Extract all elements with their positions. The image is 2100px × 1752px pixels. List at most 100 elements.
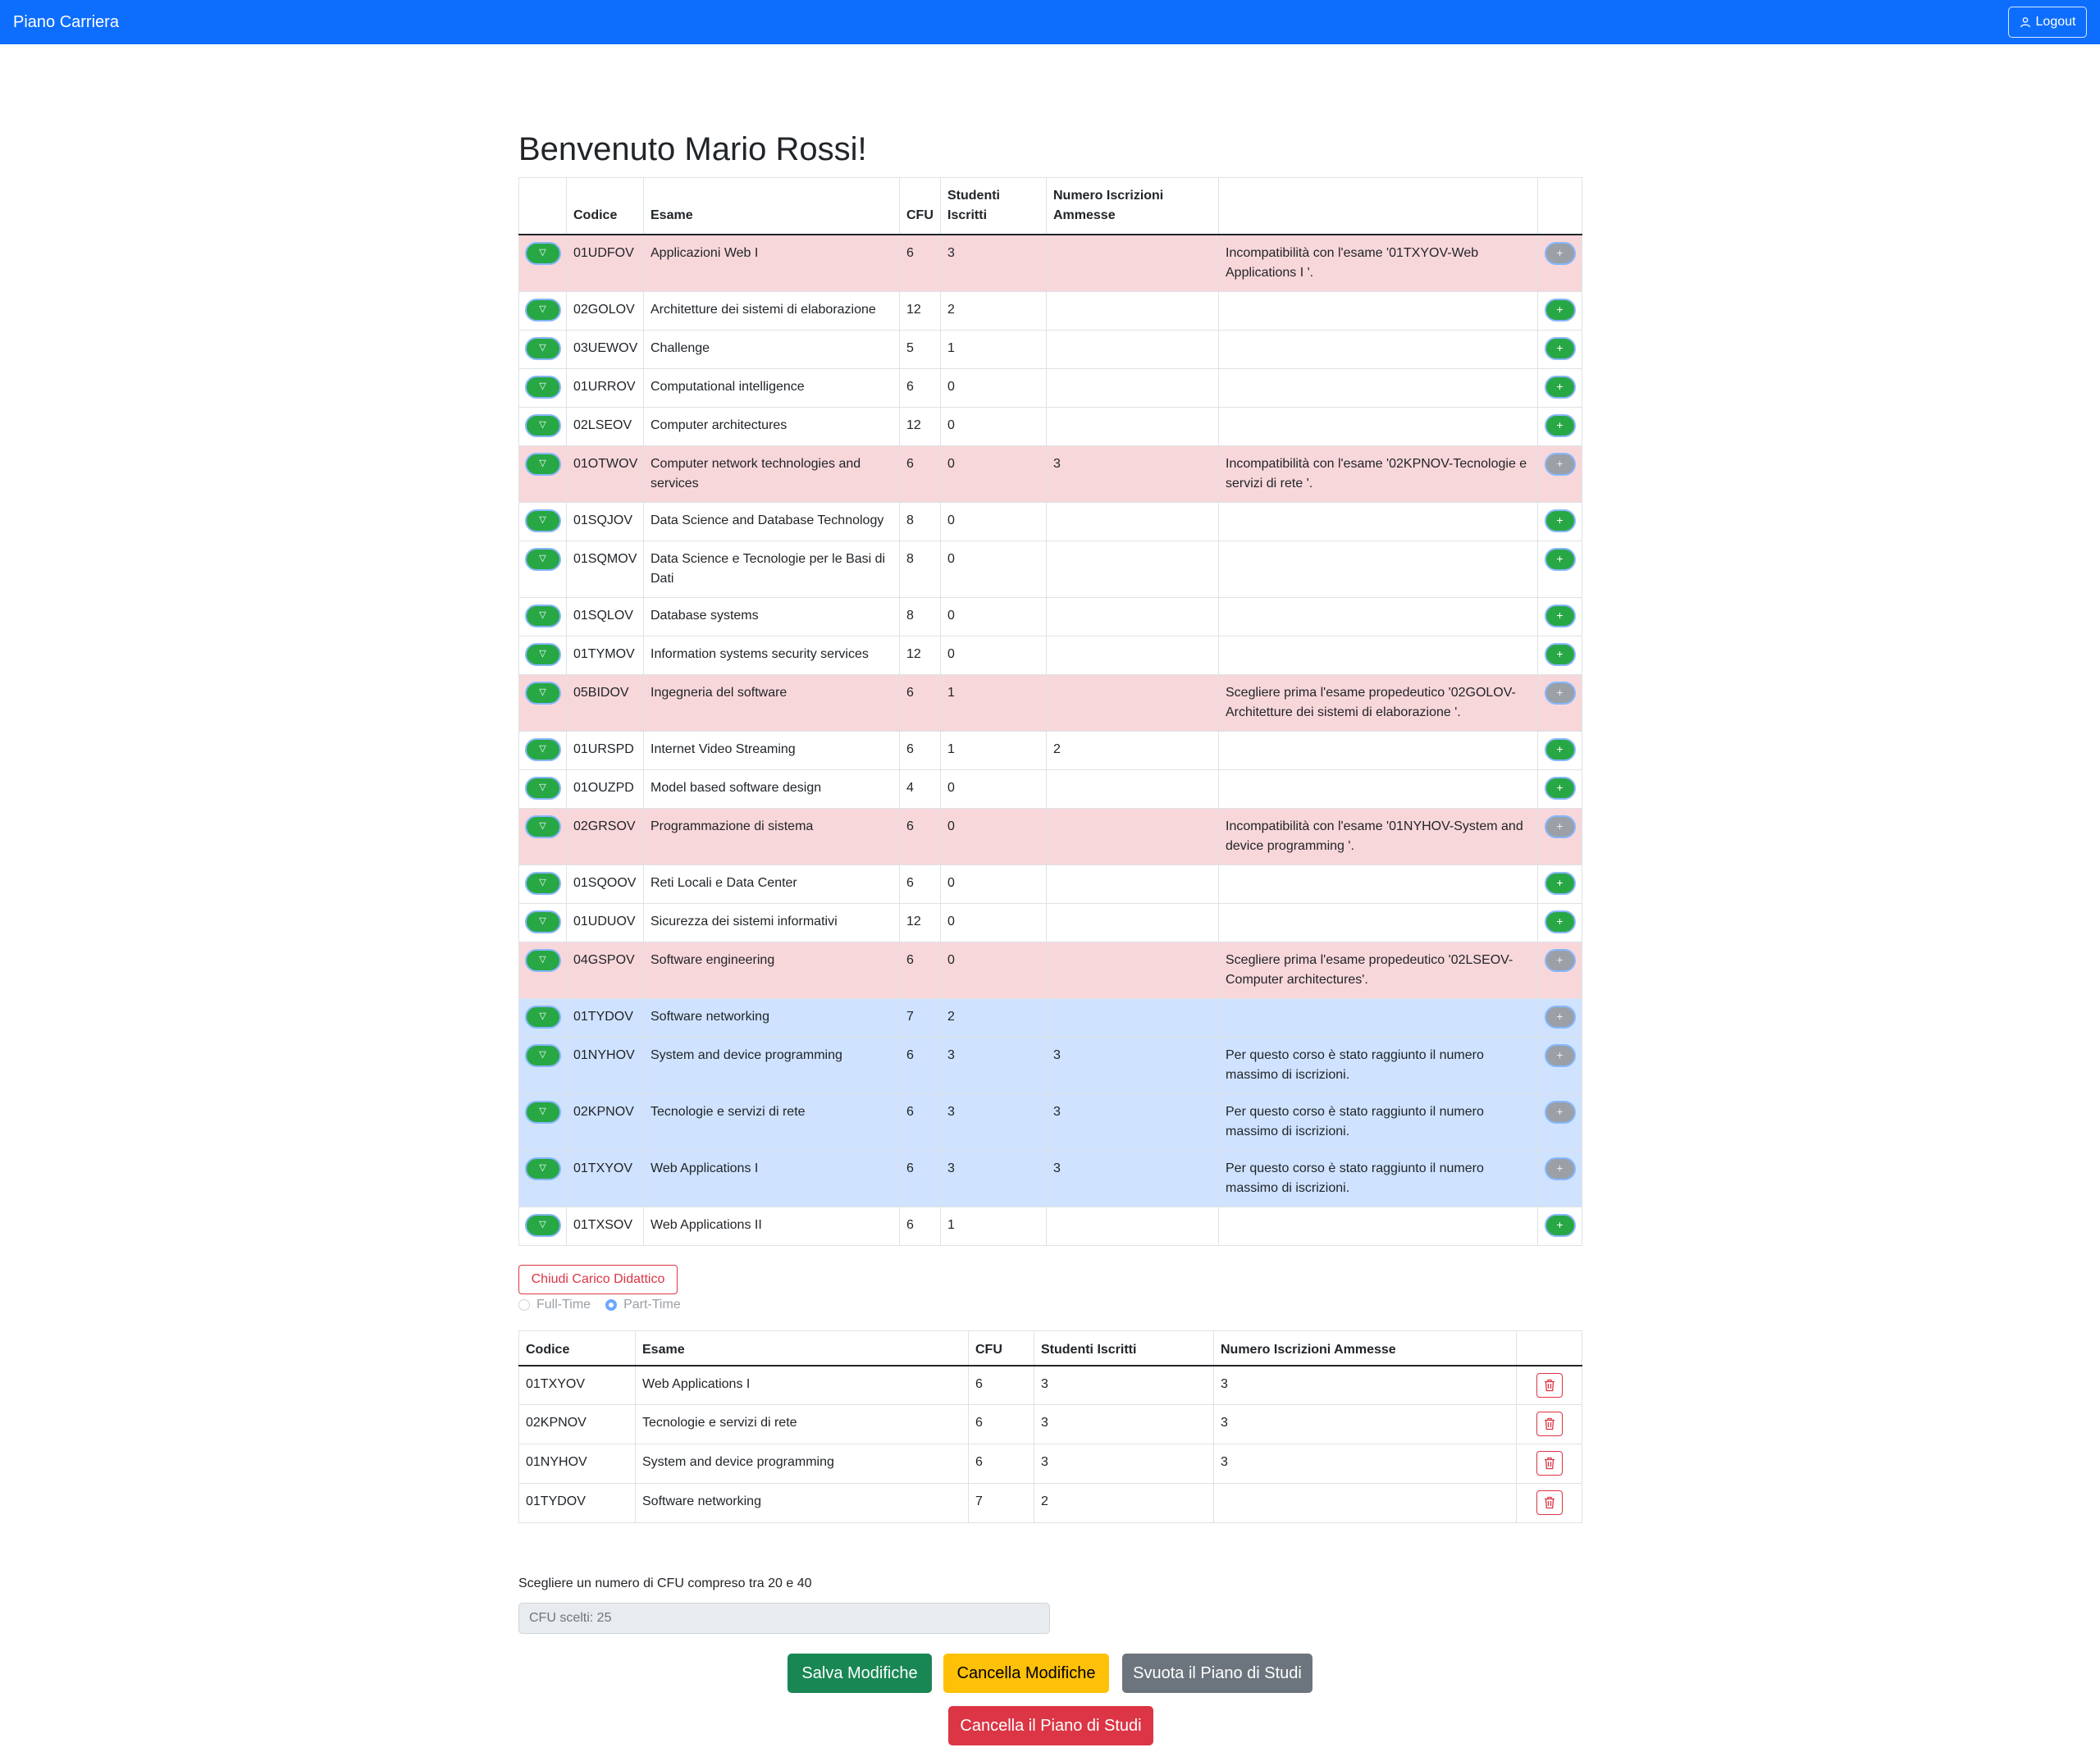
expand-icon[interactable]: ▽ — [524, 453, 561, 476]
add-icon[interactable]: + — [1544, 337, 1576, 360]
cfu-hint: Scegliere un numero di CFU compreso tra … — [518, 1576, 812, 1590]
expand-icon[interactable]: ▽ — [524, 1101, 561, 1124]
exam-code: 01URROV — [566, 368, 644, 408]
exams-header-row: Codice Esame CFU Studenti Iscritti Numer… — [518, 177, 1582, 235]
exam-students: 0 — [940, 445, 1047, 503]
exam-code: 01SQLOV — [566, 597, 644, 636]
user-icon — [2020, 17, 2030, 28]
add-icon[interactable]: + — [1544, 548, 1576, 571]
expand-icon[interactable]: ▽ — [524, 605, 561, 627]
expand-icon[interactable]: ▽ — [524, 1006, 561, 1029]
exam-name: Computational intelligence — [643, 368, 900, 408]
plan-students: 3 — [1034, 1404, 1214, 1444]
add-icon[interactable]: + — [1544, 299, 1576, 322]
expand-icon[interactable]: ▽ — [524, 242, 561, 265]
add-cell: + — [1537, 597, 1582, 636]
exam-row: ▽ 01TYDOV Software networking 7 2 + — [518, 998, 1582, 1038]
exam-max: 2 — [1046, 731, 1219, 770]
exam-code: 01TXSOV — [566, 1207, 644, 1246]
exam-row: ▽ 01URSPD Internet Video Streaming 6 1 2 + — [518, 731, 1582, 770]
plan-students: 3 — [1034, 1444, 1214, 1484]
trash-icon[interactable] — [1536, 1412, 1563, 1436]
add-icon[interactable]: + — [1544, 376, 1576, 399]
add-icon: + — [1544, 1006, 1576, 1029]
add-icon[interactable]: + — [1544, 777, 1576, 800]
expand-icon[interactable]: ▽ — [524, 376, 561, 399]
time-radio-group: Full-Time Part-Time — [518, 1298, 681, 1312]
expand-icon[interactable]: ▽ — [524, 1214, 561, 1237]
add-cell: + — [1537, 1150, 1582, 1207]
trash-icon[interactable] — [1536, 1451, 1563, 1476]
logout-button[interactable]: Logout — [2008, 7, 2087, 38]
radio-full-time[interactable]: Full-Time — [518, 1298, 591, 1312]
close-load-button[interactable]: Chiudi Carico Didattico — [518, 1265, 678, 1294]
add-cell: + — [1537, 502, 1582, 541]
add-icon[interactable]: + — [1544, 738, 1576, 761]
exam-cfu: 6 — [899, 234, 941, 292]
exam-cfu: 6 — [899, 368, 941, 408]
expand-icon[interactable]: ▽ — [524, 299, 561, 322]
add-icon[interactable]: + — [1544, 414, 1576, 437]
radio-part-time-circle[interactable] — [605, 1299, 618, 1311]
add-icon[interactable]: + — [1544, 910, 1576, 933]
save-changes-button[interactable]: Salva Modifiche — [788, 1654, 932, 1693]
empty-plan-button[interactable]: Svuota il Piano di Studi — [1122, 1654, 1312, 1693]
add-icon[interactable]: + — [1544, 872, 1576, 895]
exam-row: ▽ 01SQOOV Reti Locali e Data Center 6 0 + — [518, 865, 1582, 904]
add-icon[interactable]: + — [1544, 509, 1576, 532]
exam-students: 3 — [940, 234, 1047, 292]
exam-students: 0 — [940, 903, 1047, 942]
plan-code: 01TYDOV — [518, 1483, 636, 1523]
exam-row: ▽ 02LSEOV Computer architectures 12 0 + — [518, 407, 1582, 446]
expand-icon[interactable]: ▽ — [524, 777, 561, 800]
add-icon[interactable]: + — [1544, 605, 1576, 627]
header-esame: Esame — [643, 177, 900, 235]
expand-cell: ▽ — [518, 445, 567, 503]
expand-icon[interactable]: ▽ — [524, 509, 561, 532]
expand-icon[interactable]: ▽ — [524, 548, 561, 571]
expand-cell: ▽ — [518, 291, 567, 331]
expand-icon[interactable]: ▽ — [524, 872, 561, 895]
expand-icon[interactable]: ▽ — [524, 414, 561, 437]
expand-icon[interactable]: ▽ — [524, 815, 561, 838]
navbar-brand[interactable]: Piano Carriera — [13, 13, 119, 32]
expand-cell: ▽ — [518, 769, 567, 809]
delete-plan-button[interactable]: Cancella il Piano di Studi — [948, 1706, 1153, 1745]
add-icon[interactable]: + — [1544, 643, 1576, 666]
expand-icon[interactable]: ▽ — [524, 643, 561, 666]
trash-icon[interactable] — [1536, 1490, 1563, 1515]
expand-icon[interactable]: ▽ — [524, 1157, 561, 1180]
exam-note — [1218, 998, 1538, 1038]
expand-icon[interactable]: ▽ — [524, 682, 561, 705]
expand-icon[interactable]: ▽ — [524, 910, 561, 933]
plan-max — [1213, 1483, 1517, 1523]
expand-icon[interactable]: ▽ — [524, 337, 561, 360]
exam-cfu: 6 — [899, 1150, 941, 1207]
radio-full-time-circle[interactable] — [518, 1299, 530, 1311]
expand-icon[interactable]: ▽ — [524, 1044, 561, 1067]
header-add — [1537, 177, 1582, 235]
exam-code: 03UEWOV — [566, 330, 644, 369]
add-icon: + — [1544, 1101, 1576, 1124]
trash-icon[interactable] — [1536, 1372, 1563, 1398]
expand-icon[interactable]: ▽ — [524, 949, 561, 972]
expand-cell: ▽ — [518, 502, 567, 541]
exam-note: Incompatibilità con l'esame '01TXYOV-Web… — [1218, 234, 1538, 292]
plan-header-studenti: Studenti Iscritti — [1034, 1330, 1214, 1366]
plan-max: 3 — [1213, 1365, 1517, 1405]
exam-students: 0 — [940, 865, 1047, 904]
exam-name: Internet Video Streaming — [643, 731, 900, 770]
add-icon[interactable]: + — [1544, 1214, 1576, 1237]
exam-row: ▽ 02GRSOV Programmazione di sistema 6 0 Incom… — [518, 808, 1582, 865]
radio-part-time[interactable]: Part-Time — [605, 1298, 681, 1312]
add-cell: + — [1537, 1207, 1582, 1246]
exam-row: ▽ 01UDFOV Applicazioni Web I 6 3 Incompatibil… — [518, 234, 1582, 292]
exam-cfu: 6 — [899, 1037, 941, 1094]
cancel-changes-button[interactable]: Cancella Modifiche — [943, 1654, 1109, 1693]
exam-max — [1046, 942, 1219, 999]
expand-icon[interactable]: ▽ — [524, 738, 561, 761]
exam-students: 3 — [940, 1037, 1047, 1094]
exam-row: ▽ 01SQMOV Data Science e Tecnologie per le… — [518, 541, 1582, 598]
exam-row: ▽ 01URROV Computational intelligence 6 0 + — [518, 368, 1582, 408]
add-cell: + — [1537, 731, 1582, 770]
